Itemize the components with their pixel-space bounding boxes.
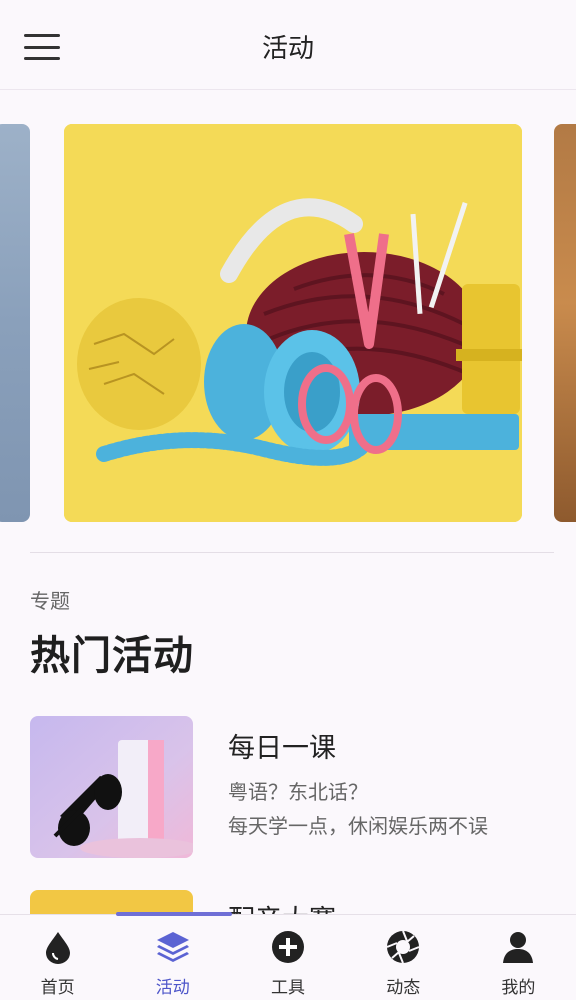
carousel-slide-current[interactable]: [64, 124, 522, 522]
drop-icon: [45, 932, 70, 964]
nav-item-tools[interactable]: 工具: [230, 915, 345, 1000]
banner-carousel[interactable]: [0, 124, 576, 522]
card-description: 每天学一点，休闲娱乐两不误: [228, 814, 488, 838]
nav-label: 我的: [501, 978, 536, 998]
card-title: 每日一课: [228, 733, 336, 764]
carousel-slide-previous[interactable]: [0, 124, 30, 522]
nav-label: 动态: [386, 978, 421, 998]
aperture-icon: [386, 930, 420, 964]
activity-card[interactable]: 每日一课 粤语？东北话？ 每天学一点，休闲娱乐两不误: [30, 716, 546, 858]
add-circle-icon: [272, 931, 304, 963]
activity-thumbnail: [30, 716, 193, 858]
carousel-slide-next[interactable]: [554, 124, 576, 522]
nav-label: 活动: [155, 978, 190, 998]
banner-image: [64, 124, 522, 522]
nav-item-activity[interactable]: 活动: [115, 915, 230, 1000]
top-app-bar: 活动: [0, 0, 576, 90]
nav-label: 工具: [271, 978, 305, 998]
card-description: 粤语？东北话？: [228, 780, 368, 804]
page-title: 活动: [261, 34, 314, 64]
section-divider: [30, 552, 554, 553]
nav-item-home[interactable]: 首页: [0, 915, 115, 1000]
section-subtitle: 专题: [30, 589, 70, 613]
layers-icon: [156, 932, 189, 962]
nav-label: 首页: [40, 978, 75, 998]
person-icon: [503, 932, 534, 963]
nav-item-profile[interactable]: 我的: [461, 915, 576, 1000]
section-title: 热门活动: [30, 633, 194, 679]
bottom-navigation: 首页 活动 工具 动态 我的: [0, 912, 576, 1000]
nav-item-feed[interactable]: 动态: [346, 915, 461, 1000]
